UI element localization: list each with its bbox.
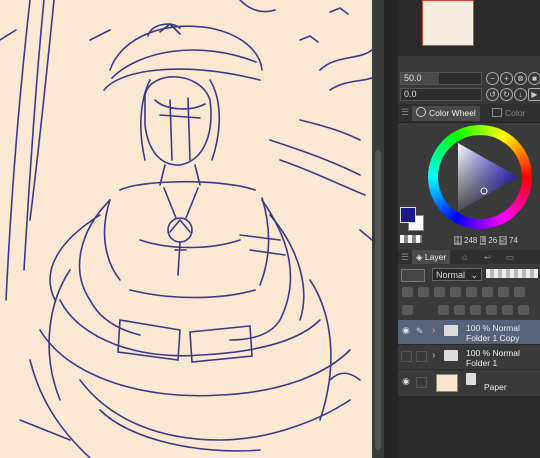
blend-mode-value: Normal [436, 270, 466, 280]
layer-settings-icon[interactable] [402, 305, 413, 315]
layer-mode: Normal [492, 323, 520, 333]
chevron-down-icon: ⌄ [470, 270, 478, 280]
layer-opacity-slider[interactable] [486, 269, 538, 278]
layer-tab-icon: ◈ [416, 252, 425, 262]
tab-navigator[interactable]: ▭ [502, 250, 518, 264]
tab-color-wheel-label: Color Wheel [429, 108, 476, 118]
layer-name: Paper [484, 382, 507, 392]
size-slider[interactable]: 50.0 [400, 72, 482, 85]
reference-icon[interactable] [482, 287, 493, 297]
color-triangle[interactable] [428, 125, 532, 229]
tab-history[interactable]: ↩ [480, 250, 495, 264]
navigator-thumbnail[interactable] [422, 0, 474, 46]
drawing-canvas[interactable] [0, 0, 372, 458]
layer-row-folder-1[interactable]: › 100 % Normal Folder 1 [398, 345, 540, 370]
paper-icon [466, 373, 476, 385]
layer-opacity-mode: 100 % Normal [466, 348, 520, 358]
edit-toggle[interactable] [416, 351, 427, 362]
rotate-right-icon[interactable]: ↻ [500, 88, 513, 101]
transparent-swatch[interactable] [400, 235, 422, 243]
download-icon[interactable]: ↓ [514, 88, 527, 101]
tab-color-set[interactable]: Color Set [488, 106, 540, 133]
eye-icon[interactable]: ◉ [402, 326, 411, 335]
l-value: 26 [488, 236, 498, 245]
h-value: 248 [464, 236, 478, 245]
layer-list-empty-area [398, 396, 540, 458]
hsl-readout: H 248 L 26 S 74 [454, 236, 518, 245]
layer-mode: Normal [492, 348, 520, 358]
delete-layer-icon[interactable] [518, 305, 529, 315]
size-value: 50.0 [404, 73, 422, 83]
color-tabbar: ☰ Color Wheel Color Set [398, 104, 540, 133]
new-layer-icon[interactable] [402, 287, 413, 297]
s-label: S [499, 236, 507, 245]
square-icon[interactable]: ■ [528, 72, 540, 85]
link-icon[interactable] [486, 305, 497, 315]
opacity-slider[interactable]: 0.0 [400, 88, 482, 101]
edit-toggle[interactable] [416, 377, 427, 388]
eye-icon[interactable]: ◉ [402, 377, 411, 386]
layer-tabbar: ☰ ◈ Layer ⌂ ↩ ▭ [398, 250, 540, 264]
lock-icon[interactable] [466, 287, 477, 297]
scrollbar-thumb[interactable] [375, 150, 381, 450]
tab-layer-label: Layer [424, 252, 447, 262]
opacity-value: 0.0 [404, 89, 417, 99]
canvas-scrollbar[interactable] [372, 0, 384, 458]
expand-chevron-icon[interactable]: › [432, 350, 435, 361]
layer-row-paper[interactable]: ◉ Paper [398, 370, 540, 397]
layer-name: Folder 1 Copy [466, 333, 520, 343]
navigator-panel [398, 0, 540, 56]
color-wheel-area [398, 123, 540, 248]
l-label: L [479, 236, 487, 245]
layer-thumbnail [436, 374, 458, 392]
folder-icon [444, 350, 458, 361]
right-panel: 50.0 − + ⊗ ■ 0.0 ↺ ↻ ↓ ▶ ☰ Color Wheel C… [398, 0, 540, 458]
h-label: H [454, 236, 462, 245]
sketch-artwork [0, 0, 372, 458]
layer-opacity: 100 % [466, 348, 491, 358]
layer-name: Folder 1 [466, 358, 498, 368]
minus-icon[interactable]: − [486, 72, 499, 85]
main-color-swatch[interactable] [400, 207, 416, 223]
flip-icon[interactable]: ▶ [528, 88, 540, 101]
layer-opacity-mode: 100 % Normal [466, 323, 520, 333]
layer-type-icon[interactable] [401, 269, 425, 282]
folder-icon [444, 325, 458, 336]
panel-divider[interactable] [384, 0, 398, 458]
tab-layer[interactable]: ◈ Layer [412, 250, 451, 264]
s-value: 74 [509, 236, 518, 245]
tab-layer-property[interactable]: ⌂ [458, 250, 471, 264]
visibility-toggle[interactable] [401, 351, 412, 362]
blend-mode-select[interactable]: Normal ⌄ [432, 268, 482, 281]
tab-color-wheel[interactable]: Color Wheel [412, 106, 480, 121]
expand-chevron-icon[interactable]: › [432, 325, 435, 336]
fill-icon[interactable] [502, 305, 513, 315]
copy-layer-icon[interactable] [438, 305, 449, 315]
menu-icon[interactable]: ☰ [401, 107, 409, 118]
color-wheel[interactable] [428, 125, 532, 229]
rotate-left-icon[interactable]: ↺ [486, 88, 499, 101]
merge-icon[interactable] [514, 287, 525, 297]
layer-row-folder-1-copy[interactable]: ◉ ✎ › 100 % Normal Folder 1 Copy [398, 320, 540, 345]
plus-icon[interactable]: + [500, 72, 513, 85]
new-folder-icon[interactable] [434, 287, 445, 297]
reset-icon[interactable]: ⊗ [514, 72, 527, 85]
new-vector-icon[interactable] [418, 287, 429, 297]
pen-icon[interactable]: ✎ [416, 326, 424, 337]
color-wheel-icon [416, 107, 426, 117]
clip-icon[interactable] [450, 287, 461, 297]
layer-toolbar: Normal ⌄ [398, 265, 540, 325]
layer-opacity: 100 % [466, 323, 491, 333]
mask-icon[interactable] [498, 287, 509, 297]
combine-icon[interactable] [470, 305, 481, 315]
transfer-icon[interactable] [454, 305, 465, 315]
layer-menu-icon[interactable]: ☰ [401, 252, 409, 263]
color-set-icon [492, 108, 502, 117]
